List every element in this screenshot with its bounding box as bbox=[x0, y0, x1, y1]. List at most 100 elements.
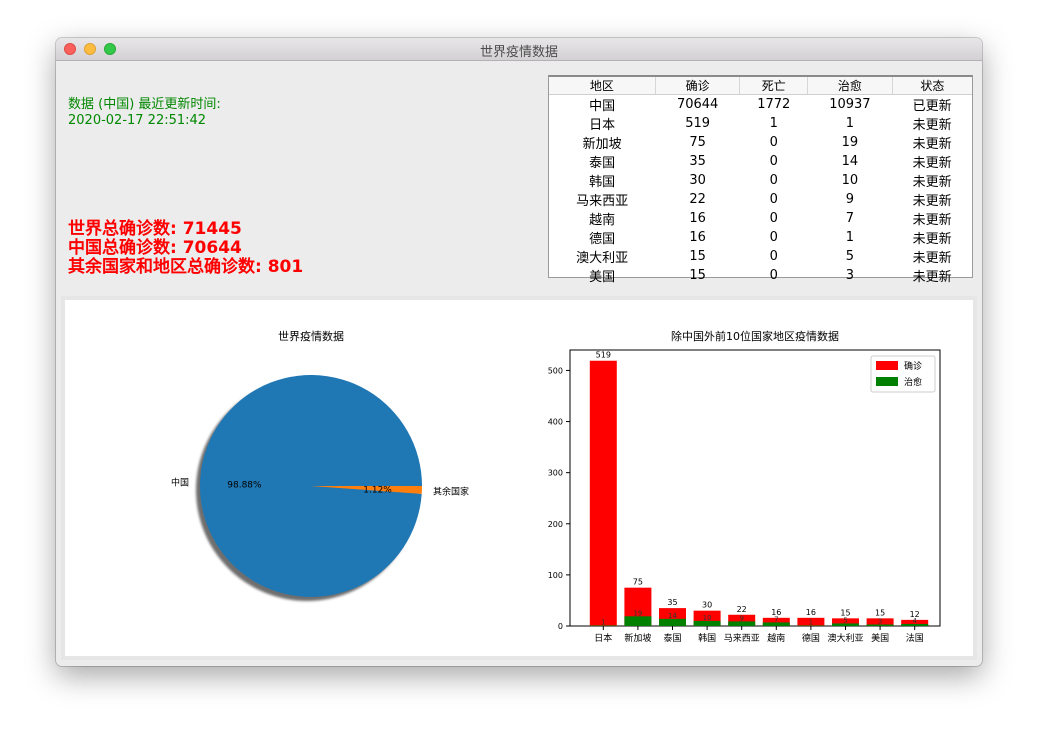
bar-value-label: 15 bbox=[875, 608, 885, 617]
table-cell: 0 bbox=[769, 268, 778, 283]
table-cell: 519 bbox=[685, 116, 711, 131]
y-tick-label: 0 bbox=[558, 622, 563, 631]
update-time: 2020-02-17 22:51:42 bbox=[68, 113, 207, 128]
table-row[interactable]: 韩国 30 0 10 未更新 bbox=[549, 171, 972, 190]
x-tick-label: 法国 bbox=[906, 632, 924, 644]
table-cell: 70644 bbox=[676, 97, 719, 112]
table-row[interactable]: 美国 15 0 3 未更新 bbox=[549, 266, 972, 285]
table-cell: 22 bbox=[689, 192, 706, 207]
y-tick-label: 400 bbox=[548, 418, 563, 427]
bar-title: 除中国外前10位国家地区疫情数据 bbox=[671, 329, 839, 343]
bar-value-label: 519 bbox=[596, 351, 611, 360]
update-info: 数据 (中国) 最近更新时间: 2020-02-17 22:51:42 bbox=[68, 97, 221, 129]
table-cell: 新加坡 bbox=[582, 137, 622, 152]
table-cell: 0 bbox=[769, 211, 778, 226]
column-header[interactable]: 地区 bbox=[549, 77, 656, 95]
table-cell: 19 bbox=[841, 135, 859, 150]
table-cell: 0 bbox=[769, 173, 778, 188]
bar-cured-value-label: 3 bbox=[878, 617, 882, 625]
table-row[interactable]: 日本 519 1 1 未更新 bbox=[549, 114, 972, 133]
table-cell: 未更新 bbox=[912, 270, 952, 285]
column-header[interactable]: 确诊 bbox=[655, 77, 741, 95]
bar-cured-value-label: 14 bbox=[668, 612, 677, 620]
table-cell: 75 bbox=[689, 135, 706, 150]
table-cell: 7 bbox=[845, 211, 855, 226]
table-cell: 14 bbox=[841, 154, 859, 169]
table-cell: 未更新 bbox=[912, 251, 952, 266]
table-cell: 德国 bbox=[589, 232, 616, 247]
table-cell: 韩国 bbox=[589, 175, 616, 190]
table-cell: 1 bbox=[769, 116, 778, 131]
table-row[interactable]: 澳大利亚 15 0 5 未更新 bbox=[549, 247, 972, 266]
bar-chart: 除中国外前10位国家地区疫情数据01002003004005005191日本75… bbox=[548, 329, 941, 644]
table-cell: 马来西亚 bbox=[576, 194, 629, 209]
pie-chart: 世界疫情数据中国 98.88% 其余国家 1.12% bbox=[171, 329, 469, 601]
bar-cured-value-label: 10 bbox=[703, 614, 712, 622]
bar-cured-value-label: 1 bbox=[809, 618, 813, 626]
x-tick-label: 新加坡 bbox=[624, 632, 651, 644]
info-panel: 数据 (中国) 最近更新时间: 2020-02-17 22:51:42 世界总确… bbox=[61, 65, 977, 285]
table-cell: 未更新 bbox=[912, 232, 952, 247]
bar-cured-value-label: 9 bbox=[739, 614, 743, 622]
table-cell: 未更新 bbox=[912, 175, 952, 190]
bar-cured-value-label: 1 bbox=[601, 618, 605, 626]
totals-summary: 世界总确诊数: 71445 中国总确诊数: 70644 其余国家和地区总确诊数:… bbox=[68, 220, 303, 277]
legend-label: 确诊 bbox=[904, 360, 922, 372]
table-row[interactable]: 德国 16 0 1 未更新 bbox=[549, 228, 972, 247]
table-cell: 10 bbox=[841, 173, 859, 188]
table-cell: 未更新 bbox=[912, 213, 952, 228]
table-cell: 0 bbox=[769, 192, 778, 207]
column-header[interactable]: 状态 bbox=[892, 77, 972, 95]
table-cell: 0 bbox=[769, 154, 778, 169]
x-tick-label: 马来西亚 bbox=[724, 633, 760, 644]
table-row[interactable]: 中国 70644 1772 10937 已更新 bbox=[549, 95, 972, 114]
table-row[interactable]: 新加坡 75 0 19 未更新 bbox=[549, 133, 972, 152]
table-cell: 9 bbox=[845, 192, 855, 207]
bar-cured bbox=[659, 618, 686, 626]
bar-cured-value-label: 5 bbox=[843, 616, 847, 624]
pie-label: 其余国家 bbox=[433, 485, 469, 497]
table-cell: 16 bbox=[689, 230, 706, 245]
table-cell: 澳大利亚 bbox=[576, 251, 629, 266]
y-tick-label: 100 bbox=[548, 571, 563, 580]
update-label: 数据 (中国) 最近更新时间: bbox=[68, 97, 221, 112]
table-cell: 15 bbox=[689, 249, 706, 264]
title-bar: 世界疫情数据 bbox=[56, 38, 982, 61]
y-tick-label: 300 bbox=[548, 469, 563, 478]
china-total: 中国总确诊数: 70644 bbox=[68, 238, 242, 258]
bar-cured bbox=[624, 616, 652, 626]
table-header-row: 地区 确诊 死亡 治愈 状态 bbox=[549, 77, 972, 95]
x-tick-label: 泰国 bbox=[663, 632, 681, 644]
app-window: 世界疫情数据 数据 (中国) 最近更新时间: 2020-02-17 22:51:… bbox=[56, 38, 982, 666]
pie-label: 中国 bbox=[171, 477, 189, 489]
data-table[interactable]: 地区 确诊 死亡 治愈 状态 中国 70644 1772 10937 已更新 日本 519 1… bbox=[548, 75, 973, 285]
table-cell: 美国 bbox=[589, 270, 616, 285]
table-cell: 1772 bbox=[757, 97, 791, 112]
table-cell: 未更新 bbox=[912, 194, 952, 209]
x-tick-label: 德国 bbox=[802, 632, 820, 644]
table-cell: 5 bbox=[845, 249, 855, 264]
bar-value-label: 22 bbox=[737, 605, 747, 614]
table-cell: 0 bbox=[769, 230, 778, 245]
table-body: 中国 70644 1772 10937 已更新 日本 519 1 1 未更新 新加坡 75 0 19 未更新… bbox=[549, 95, 972, 285]
table-cell: 日本 bbox=[589, 118, 616, 133]
bar-confirmed bbox=[589, 360, 617, 626]
bar-cured-value-label: 19 bbox=[633, 609, 642, 617]
column-header[interactable]: 治愈 bbox=[807, 77, 893, 95]
table-row[interactable]: 马来西亚 22 0 9 未更新 bbox=[549, 190, 972, 209]
table-row[interactable]: 泰国 35 0 14 未更新 bbox=[549, 152, 972, 171]
x-tick-label: 澳大利亚 bbox=[827, 632, 863, 644]
legend-swatch bbox=[876, 361, 898, 370]
bar-cured-value-label: 4 bbox=[912, 617, 917, 625]
charts-panel: 世界疫情数据 中国 98.88% 其余国家 1.12% 除中国外前10位国家地区疫情数据… bbox=[61, 296, 977, 660]
column-header[interactable]: 死亡 bbox=[739, 77, 809, 95]
x-tick-label: 美国 bbox=[871, 632, 889, 644]
bar-value-label: 30 bbox=[702, 601, 712, 610]
other-total: 其余国家和地区总确诊数: 801 bbox=[68, 257, 304, 277]
pie-percent-label: 98.88% bbox=[227, 481, 262, 491]
table-cell: 泰国 bbox=[589, 156, 616, 171]
table-row[interactable]: 越南 16 0 7 未更新 bbox=[549, 209, 972, 228]
table-cell: 30 bbox=[689, 173, 706, 188]
table-cell: 已更新 bbox=[912, 99, 952, 114]
table-cell: 未更新 bbox=[912, 137, 952, 152]
